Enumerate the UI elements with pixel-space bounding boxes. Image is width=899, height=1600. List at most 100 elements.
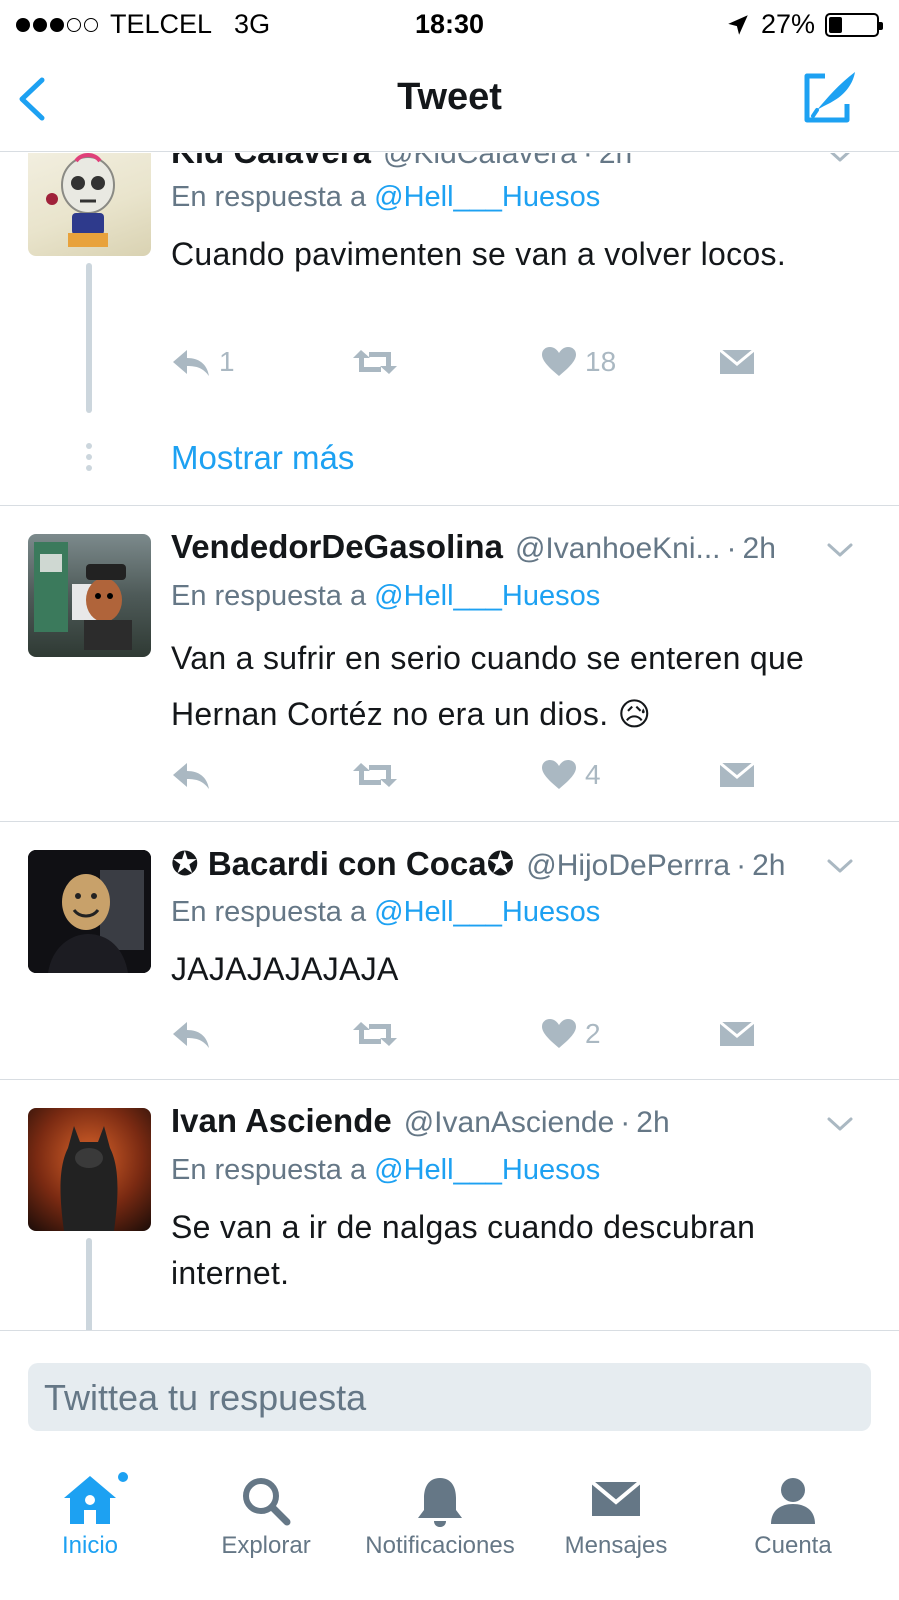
chevron-down-icon[interactable]	[825, 856, 855, 876]
reply-mention-link[interactable]: @Hell___Huesos	[374, 1154, 600, 1186]
like-button[interactable]: 2	[541, 1018, 601, 1050]
author-name[interactable]: ✪ Bacardi con Coca✪	[171, 844, 514, 883]
retweet-button[interactable]	[351, 1018, 407, 1050]
like-count: 18	[585, 346, 617, 377]
reply-composer-area: Twittea tu respuesta	[0, 1330, 899, 1460]
reply-button[interactable]	[171, 1018, 219, 1050]
avatar[interactable]	[28, 153, 151, 256]
retweet-button[interactable]	[351, 759, 407, 791]
tab-explorar[interactable]: Explorar	[176, 1460, 356, 1600]
author-name[interactable]: Ivan Asciende	[171, 1102, 392, 1140]
show-more-link[interactable]: Mostrar más	[171, 439, 354, 477]
avatar[interactable]	[28, 534, 151, 657]
like-count: 4	[585, 759, 601, 790]
status-bar: TELCEL 3G 18:30 27%	[0, 0, 899, 50]
reply-context: En respuesta a @Hell___Huesos	[171, 181, 600, 214]
retweet-icon	[353, 350, 397, 374]
tweet-actions: 4	[171, 759, 791, 799]
tab-label: Notificaciones	[365, 1532, 515, 1559]
reply-context: En respuesta a @Hell___Huesos	[171, 580, 600, 613]
direct-message-button[interactable]	[719, 1018, 755, 1050]
tweet-actions: 2	[171, 1018, 791, 1058]
reply-mention-link[interactable]: @Hell___Huesos	[374, 580, 600, 612]
tweet-text-container: Van a sufrir en serio cuando se enteren …	[171, 630, 859, 742]
reply-icon	[173, 763, 209, 789]
tab-cuenta[interactable]: Cuenta	[703, 1460, 883, 1600]
compose-icon[interactable]	[801, 68, 859, 126]
reply-mention-link[interactable]: @Hell___Huesos	[374, 181, 600, 213]
like-button[interactable]: 4	[541, 759, 601, 791]
separator-dot: ·	[726, 532, 737, 565]
reply-prefix: En respuesta a	[171, 580, 367, 612]
gas-station-avatar-image	[34, 542, 132, 650]
tweet-text: Van a sufrir en serio cuando se enteren …	[171, 640, 805, 732]
tweet-time: 2h	[742, 532, 776, 565]
like-count: 2	[585, 1018, 601, 1049]
show-more-dots	[86, 443, 92, 471]
tab-label: Inicio	[61, 1532, 119, 1559]
like-button[interactable]: 18	[541, 346, 616, 378]
reply-context: En respuesta a @Hell___Huesos	[171, 896, 600, 929]
author-name[interactable]: Kid Calavera	[171, 153, 371, 171]
tweet-text: JAJAJAJAJAJA	[171, 951, 399, 987]
tweet-reply[interactable]: ✪ Bacardi con Coca✪ @HijoDePerrra · 2h E…	[0, 822, 899, 1079]
reply-icon	[173, 1022, 209, 1048]
reply-button[interactable]	[171, 759, 219, 791]
reply-prefix: En respuesta a	[171, 896, 367, 928]
nav-bar: Tweet	[0, 50, 899, 152]
search-icon	[243, 1478, 291, 1526]
author-handle[interactable]: @HijoDePerrra	[526, 849, 730, 883]
tab-label: Explorar	[221, 1532, 311, 1559]
tweet-actions: 1 18	[171, 346, 791, 386]
retweet-button[interactable]	[351, 346, 407, 378]
reply-mention-link[interactable]: @Hell___Huesos	[374, 896, 600, 928]
tweet-header: Ivan Asciende @IvanAsciende · 2h	[171, 1102, 839, 1140]
tab-mensajes[interactable]: Mensajes	[526, 1460, 706, 1600]
chevron-down-icon[interactable]	[825, 1114, 855, 1134]
tweet-header: VendedorDeGasolina @IvanhoeKni... · 2h	[171, 528, 839, 566]
direct-message-button[interactable]	[719, 759, 755, 791]
tweet-reply[interactable]: VendedorDeGasolina @IvanhoeKni... · 2h E…	[0, 506, 899, 821]
reply-input-placeholder: Twittea tu respuesta	[44, 1377, 367, 1418]
author-name[interactable]: VendedorDeGasolina	[171, 528, 503, 566]
reply-prefix: En respuesta a	[171, 181, 367, 213]
reply-button[interactable]: 1	[171, 346, 235, 378]
heart-icon	[542, 760, 576, 789]
direct-message-button[interactable]	[719, 346, 755, 378]
author-handle[interactable]: @IvanAsciende	[404, 1106, 615, 1140]
home-icon	[64, 1476, 116, 1524]
retweet-icon	[353, 763, 397, 787]
location-arrow-icon	[728, 14, 748, 35]
avatar[interactable]	[28, 1108, 151, 1231]
tweet-time: 2h	[636, 1106, 670, 1139]
retweet-icon	[353, 1022, 397, 1046]
tweet-header: ✪ Bacardi con Coca✪ @HijoDePerrra · 2h	[171, 844, 839, 883]
envelope-icon	[719, 1020, 755, 1046]
author-handle[interactable]: @KidCalavera	[383, 153, 577, 171]
envelope-icon	[719, 348, 755, 374]
person-icon	[771, 1478, 815, 1524]
bell-icon	[418, 1478, 462, 1527]
author-handle[interactable]: @IvanhoeKni...	[515, 532, 721, 566]
tweet-reply[interactable]: Kid Calavera @KidCalavera · 2h En respue…	[0, 153, 899, 505]
tweet-text: Se van a ir de nalgas cuando descubran i…	[171, 1209, 756, 1291]
tweet-text: Cuando pavimenten se van a volver locos.	[171, 236, 787, 272]
reply-input[interactable]: Twittea tu respuesta	[28, 1363, 871, 1431]
tab-bar: Inicio Explorar Notificaciones Mensajes …	[0, 1460, 899, 1600]
page-title: Tweet	[397, 76, 502, 118]
tweet-time: 2h	[752, 849, 786, 882]
new-content-dot	[116, 1470, 130, 1484]
heart-icon	[542, 1019, 576, 1048]
battery-percent: 27%	[760, 9, 815, 39]
tweet-timeline[interactable]: Kid Calavera @KidCalavera · 2h En respue…	[0, 153, 899, 1360]
reply-context: En respuesta a @Hell___Huesos	[171, 1154, 600, 1187]
avatar[interactable]	[28, 850, 151, 973]
tab-inicio[interactable]: Inicio	[0, 1460, 180, 1600]
batman-avatar-image	[60, 1126, 118, 1231]
chevron-down-icon[interactable]	[825, 153, 855, 165]
tweet-header: Kid Calavera @KidCalavera · 2h	[171, 153, 839, 171]
tweet-reply[interactable]: Ivan Asciende @IvanAsciende · 2h En resp…	[0, 1080, 899, 1360]
chevron-down-icon[interactable]	[825, 540, 855, 560]
separator-dot: ·	[736, 849, 747, 882]
tab-notificaciones[interactable]: Notificaciones	[350, 1460, 530, 1600]
